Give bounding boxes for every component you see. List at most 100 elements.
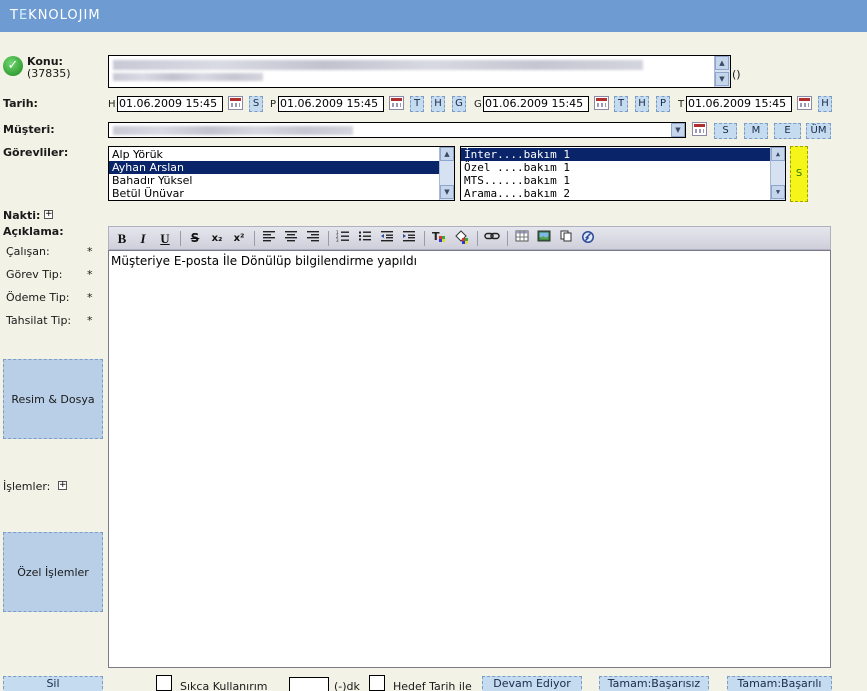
date-input-h[interactable]: 01.06.2009 15:45 bbox=[117, 96, 223, 112]
calendar-icon[interactable] bbox=[797, 96, 812, 110]
scroll-down-icon[interactable]: ▼ bbox=[715, 72, 729, 86]
devam-ediyor-button[interactable]: Devam Ediyor bbox=[482, 676, 582, 691]
scroll-up-icon[interactable]: ▲ bbox=[715, 56, 729, 70]
date-prefix-h: H bbox=[108, 99, 116, 110]
scroll-down-icon[interactable]: ▼ bbox=[771, 185, 785, 199]
dk-input[interactable] bbox=[289, 677, 329, 691]
gorevliler-scrollbar[interactable]: ▲ ▼ bbox=[439, 147, 454, 200]
ozel-islemler-button[interactable]: Özel İşlemler bbox=[3, 532, 103, 612]
date-button-h2[interactable]: H bbox=[635, 96, 649, 112]
nakti-label: Nakti: bbox=[3, 209, 41, 222]
date-button-s[interactable]: S bbox=[249, 96, 263, 112]
calendar-icon[interactable] bbox=[692, 122, 707, 136]
superscript-button[interactable]: x² bbox=[230, 230, 248, 247]
tasks-scrollbar[interactable]: ▲ ▼ bbox=[770, 147, 785, 200]
editor-text[interactable]: Müşteriye E-posta İle Dönülüp bilgilendi… bbox=[111, 254, 417, 268]
date-button-h[interactable]: H bbox=[431, 96, 445, 112]
date-button-t[interactable]: T bbox=[410, 96, 424, 112]
align-center-icon[interactable] bbox=[282, 230, 300, 247]
date-input-t[interactable]: 01.06.2009 15:45 bbox=[686, 96, 792, 112]
subscript-button[interactable]: x₂ bbox=[208, 230, 226, 247]
scroll-up-icon[interactable]: ▲ bbox=[440, 147, 454, 161]
calendar-icon[interactable] bbox=[228, 96, 243, 110]
toolbar-divider bbox=[477, 231, 478, 246]
toolbar-divider bbox=[328, 231, 329, 246]
indent-icon[interactable] bbox=[400, 230, 418, 247]
unordered-list-icon[interactable] bbox=[356, 230, 374, 247]
list-item[interactable]: Bahadır Yüksel bbox=[109, 174, 454, 187]
link-icon[interactable] bbox=[483, 230, 501, 247]
musteri-button-s[interactable]: S bbox=[714, 123, 737, 139]
list-item[interactable]: Alp Yörük bbox=[109, 148, 454, 161]
toolbar-divider bbox=[254, 231, 255, 246]
date-button-h3[interactable]: H bbox=[818, 96, 832, 112]
svg-text:3: 3 bbox=[336, 238, 339, 242]
strikethrough-button[interactable]: S bbox=[186, 230, 204, 247]
musteri-button-m[interactable]: M bbox=[744, 123, 768, 139]
musteri-select[interactable]: ▼ bbox=[108, 122, 686, 138]
required-star: * bbox=[87, 268, 93, 281]
copy-icon[interactable] bbox=[557, 230, 575, 247]
konu-textarea[interactable]: ▲ ▼ bbox=[108, 55, 731, 88]
italic-button[interactable]: I bbox=[134, 230, 152, 247]
fill-color-icon[interactable] bbox=[452, 230, 470, 247]
tamam-basarisiz-button[interactable]: Tamam:Başarısız bbox=[599, 676, 709, 691]
list-item[interactable]: MTS......bakım 1 bbox=[461, 174, 785, 187]
sil-button[interactable]: Sil bbox=[3, 676, 103, 691]
expand-plus-icon[interactable]: + bbox=[58, 481, 67, 490]
musteri-label: Müşteri: bbox=[3, 123, 55, 136]
underline-button[interactable]: U bbox=[156, 230, 174, 247]
svg-text:T: T bbox=[432, 230, 440, 243]
toolbar-divider bbox=[180, 231, 181, 246]
editor-area[interactable]: Müşteriye E-posta İle Dönülüp bilgilendi… bbox=[108, 250, 831, 668]
tasks-list[interactable]: İnter....bakım 1 Özel ....bakım 1 MTS...… bbox=[460, 146, 786, 201]
align-left-icon[interactable] bbox=[260, 230, 278, 247]
redacted-text bbox=[113, 73, 263, 81]
list-item[interactable]: Özel ....bakım 1 bbox=[461, 161, 785, 174]
scroll-up-icon[interactable]: ▲ bbox=[771, 147, 785, 161]
table-icon[interactable] bbox=[513, 230, 531, 247]
required-star: * bbox=[87, 291, 93, 304]
calendar-icon[interactable] bbox=[389, 96, 404, 110]
calendar-icon[interactable] bbox=[594, 96, 609, 110]
bold-button[interactable]: B bbox=[113, 230, 131, 247]
image-icon[interactable] bbox=[535, 230, 553, 247]
tasks-s-button[interactable]: S bbox=[790, 146, 808, 202]
gorevliler-label: Görevliler: bbox=[3, 146, 69, 159]
align-right-icon[interactable] bbox=[304, 230, 322, 247]
konu-scrollbar[interactable]: ▲ ▼ bbox=[714, 56, 730, 87]
musteri-button-um[interactable]: ÜM bbox=[806, 123, 831, 139]
sikca-checkbox[interactable] bbox=[156, 675, 172, 691]
toolbar-divider bbox=[424, 231, 425, 246]
scroll-down-icon[interactable]: ▼ bbox=[440, 185, 454, 199]
tarih-label: Tarih: bbox=[3, 97, 38, 110]
tahsilat-tip-label: Tahsilat Tip: bbox=[6, 314, 72, 327]
date-input-p[interactable]: 01.06.2009 15:45 bbox=[278, 96, 384, 112]
list-item[interactable]: Arama....bakım 2 bbox=[461, 187, 785, 200]
aciklama-label: Açıklama: bbox=[3, 225, 64, 238]
dk-label: (-)dk bbox=[334, 680, 360, 691]
date-input-g[interactable]: 01.06.2009 15:45 bbox=[483, 96, 589, 112]
chevron-down-icon[interactable]: ▼ bbox=[671, 123, 685, 137]
musteri-button-e[interactable]: E bbox=[774, 123, 801, 139]
islemler-label: İşlemler: bbox=[3, 480, 51, 493]
gorev-tip-label: Görev Tip: bbox=[6, 268, 63, 281]
konu-suffix: () bbox=[732, 68, 741, 81]
date-button-p[interactable]: P bbox=[656, 96, 670, 112]
list-item-selected[interactable]: İnter....bakım 1 bbox=[461, 148, 785, 161]
date-button-t2[interactable]: T bbox=[614, 96, 628, 112]
text-color-icon[interactable]: T bbox=[430, 230, 448, 247]
flash-icon[interactable] bbox=[579, 230, 597, 247]
expand-plus-icon[interactable]: + bbox=[44, 210, 53, 219]
gorevliler-list[interactable]: Alp Yörük Ayhan Arslan Bahadır Yüksel Be… bbox=[108, 146, 455, 201]
konu-id: (37835) bbox=[27, 67, 71, 80]
editor-toolbar: B I U S x₂ x² 123 T bbox=[108, 226, 831, 250]
tamam-basarili-button[interactable]: Tamam:Başarılı bbox=[727, 676, 832, 691]
resim-dosya-button[interactable]: Resim & Dosya bbox=[3, 359, 103, 439]
ordered-list-icon[interactable]: 123 bbox=[334, 230, 352, 247]
outdent-icon[interactable] bbox=[378, 230, 396, 247]
hedef-checkbox[interactable] bbox=[369, 675, 385, 691]
list-item-selected[interactable]: Ayhan Arslan bbox=[109, 161, 454, 174]
list-item[interactable]: Betül Ünüvar bbox=[109, 187, 454, 200]
date-button-g[interactable]: G bbox=[452, 96, 466, 112]
